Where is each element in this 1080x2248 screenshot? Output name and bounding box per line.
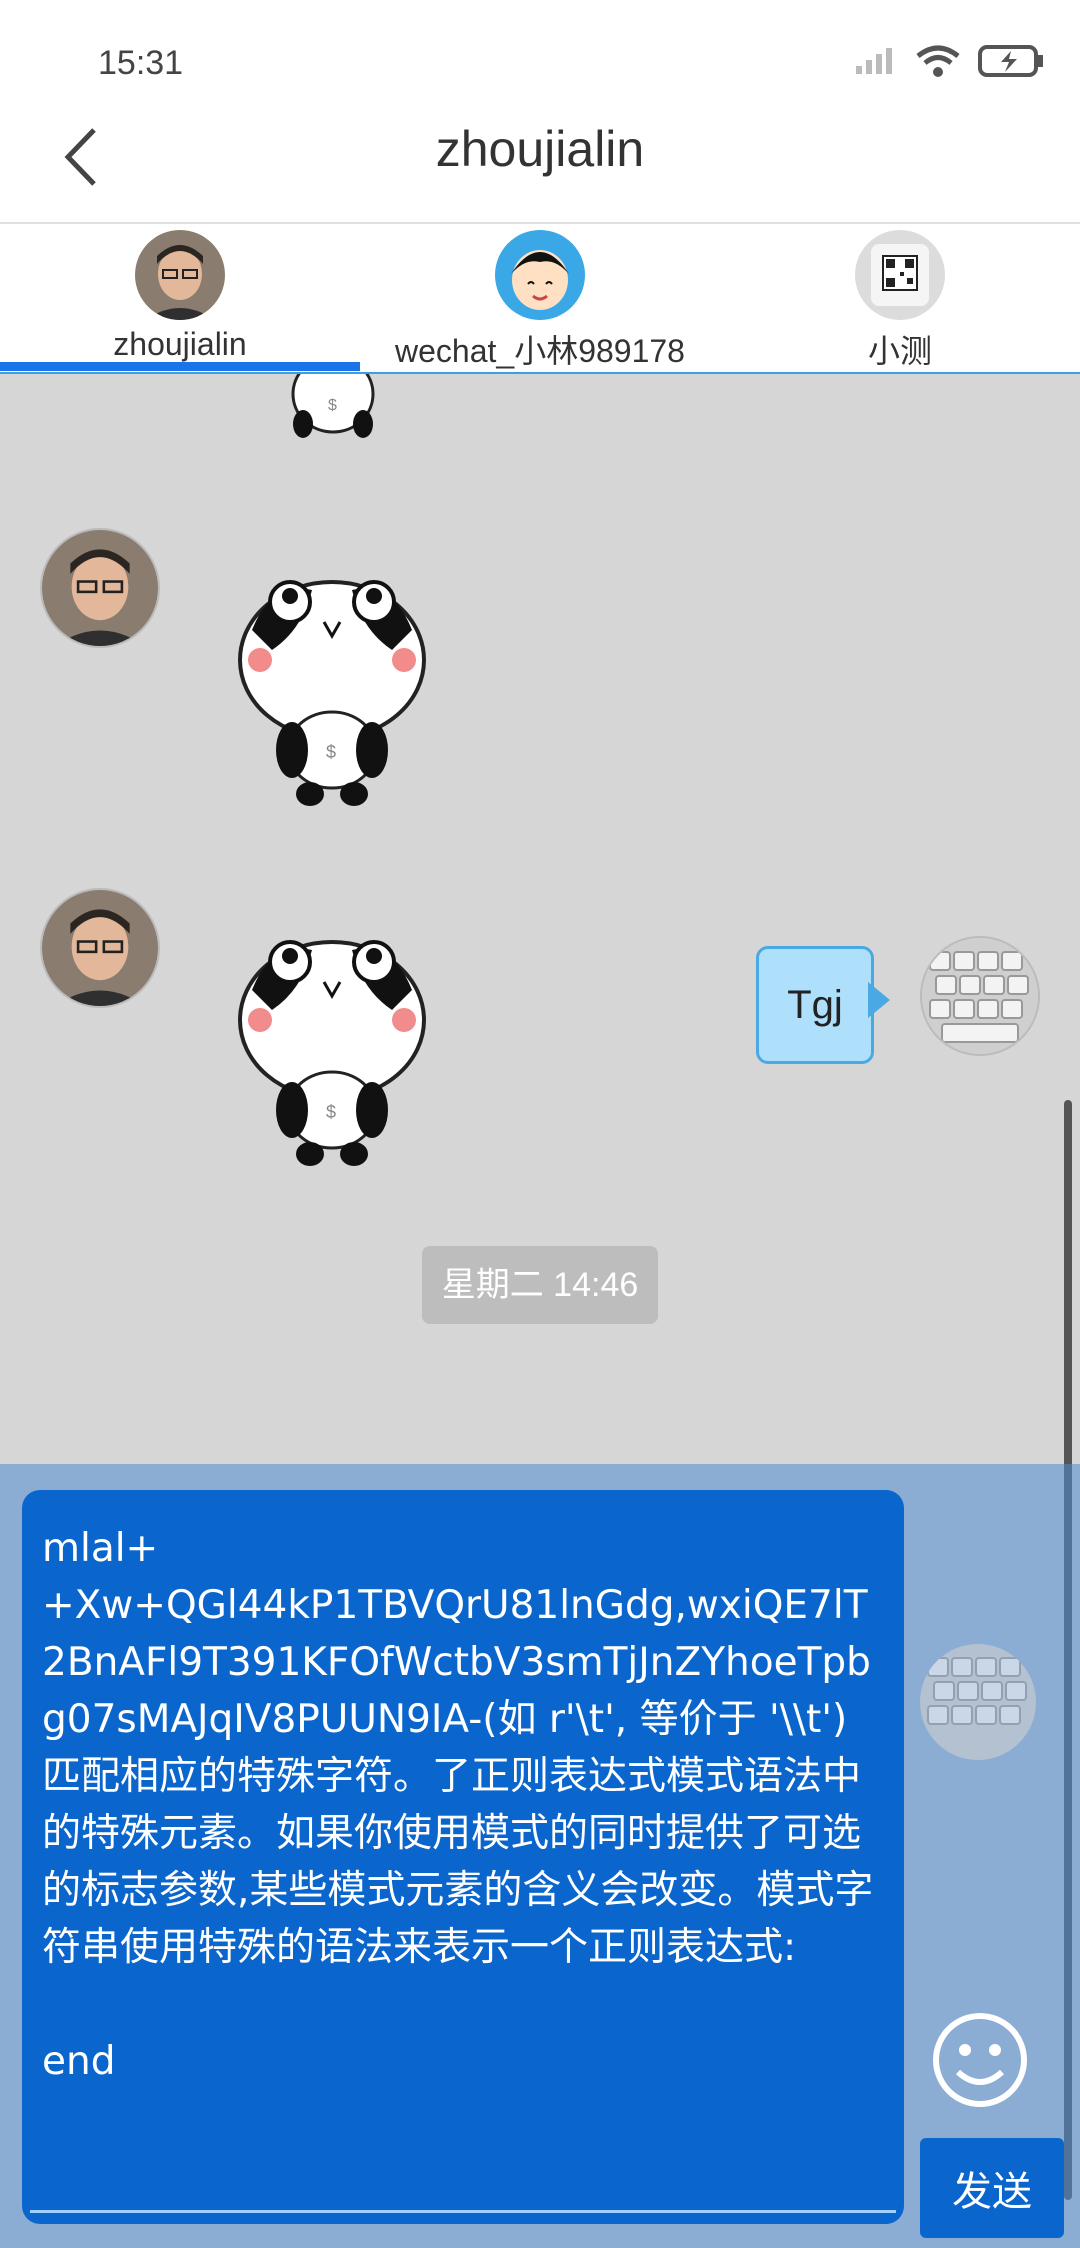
status-bar: 15:31: [0, 0, 1080, 110]
sender-avatar[interactable]: [40, 528, 160, 648]
status-icons: [854, 44, 1044, 78]
sender-avatar[interactable]: [40, 888, 160, 1008]
tab-label: 小测: [867, 333, 932, 369]
avatar: [855, 230, 945, 320]
svg-text:$: $: [328, 397, 337, 414]
tab-wechat-xiaolin[interactable]: wechat_小林989178: [360, 224, 720, 372]
my-message-bubble[interactable]: Tgj: [756, 946, 874, 1064]
my-avatar[interactable]: [920, 936, 1040, 1056]
emoji-icon[interactable]: [930, 2010, 1030, 2110]
avatar: [495, 230, 585, 320]
battery-icon: [978, 45, 1043, 77]
contact-tabs: zhoujialin wechat_小林989178 小测: [0, 224, 1080, 375]
active-tab-indicator: [0, 362, 360, 371]
send-button[interactable]: 发送: [920, 2138, 1064, 2238]
signal-icon: [856, 48, 892, 74]
message-timestamp: 星期二 14:46: [422, 1246, 658, 1324]
avatar: [135, 230, 225, 320]
panda-sticker[interactable]: $: [232, 550, 432, 810]
bubble-tail: [868, 982, 890, 1018]
svg-text:$: $: [326, 742, 336, 762]
tab-label: zhoujialin: [113, 326, 247, 362]
status-time: 15:31: [98, 44, 184, 82]
tab-zhoujialin[interactable]: zhoujialin: [0, 224, 360, 372]
panda-sticker[interactable]: $: [268, 374, 398, 444]
my-avatar-faded: [920, 1644, 1036, 1760]
tab-xiaoce[interactable]: 小测: [720, 224, 1080, 372]
tab-label: wechat_小林989178: [395, 333, 685, 369]
page-title: zhoujialin: [435, 121, 645, 177]
panda-sticker[interactable]: $: [232, 910, 432, 1170]
wifi-icon: [916, 45, 960, 77]
chat-message-list[interactable]: $ $ $ 星期二 14:46 Tgj: [0, 374, 1080, 1464]
svg-text:$: $: [326, 1102, 336, 1122]
message-input[interactable]: mlal+ +Xw+QGl44kP1TBVQrU81lnGdg,wxiQE7lT…: [22, 1490, 904, 2224]
input-underline: [30, 2210, 896, 2213]
header: zhoujialin: [0, 110, 1080, 224]
